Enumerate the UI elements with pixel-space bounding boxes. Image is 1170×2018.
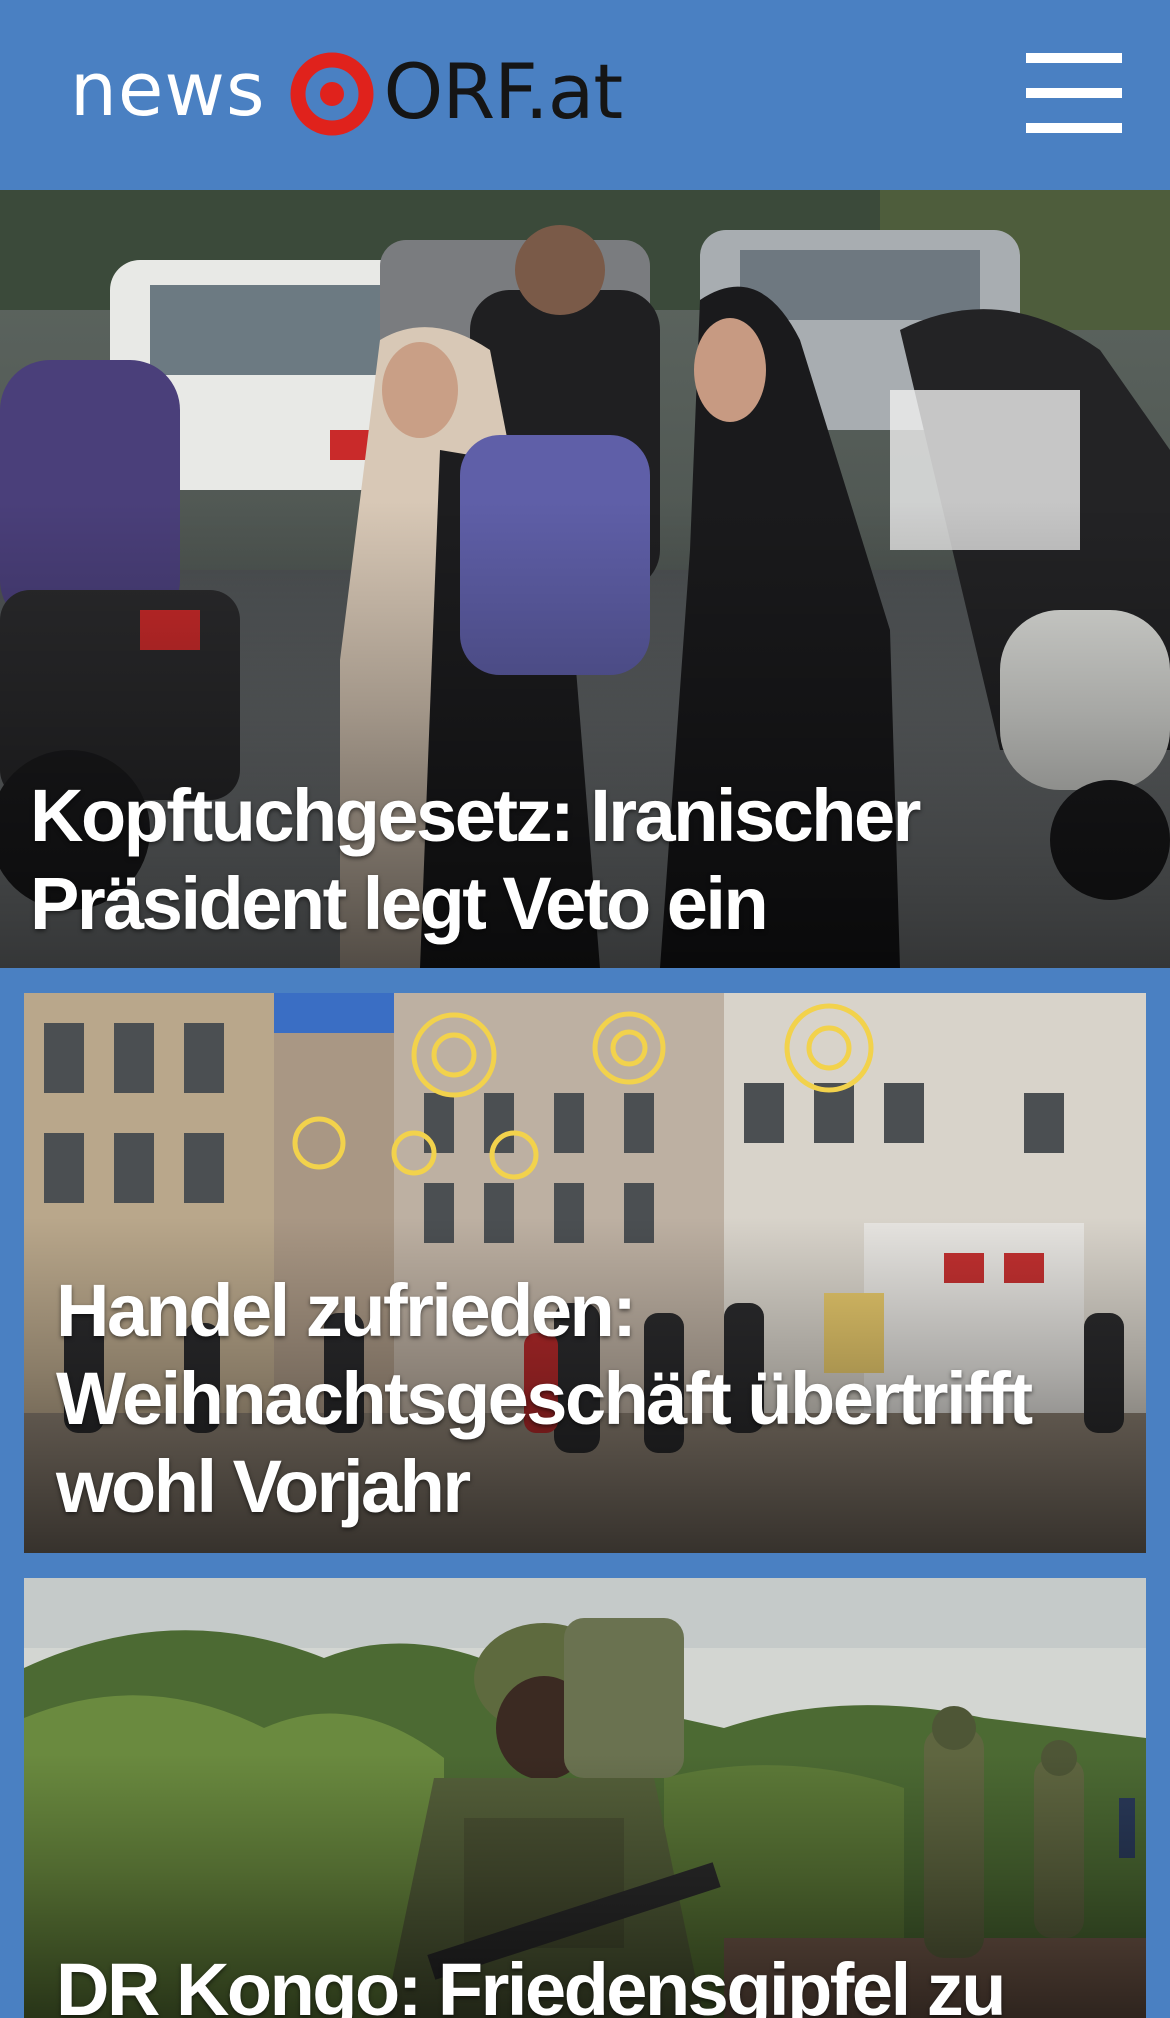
menu-line [1026,88,1122,98]
story-headline[interactable]: DR Kongo: Friedensgipfel zu [56,1946,1130,2018]
story-card[interactable]: DR Kongo: Friedensgipfel zu [24,1578,1146,2018]
site-logo[interactable]: news ORF.at [70,44,624,144]
story-headline[interactable]: Handel zufrieden: Weihnachtsgeschäft übe… [56,1267,1130,1531]
orf-eye-icon [290,52,374,136]
story-card[interactable]: Handel zufrieden: Weihnachtsgeschäft übe… [24,993,1146,1553]
logo-news-text: news [70,47,266,133]
story-headline[interactable]: Kopftuchgesetz: Iranischer Präsident leg… [30,772,1150,948]
logo-orf-text: ORF.at [383,47,624,136]
menu-line [1026,53,1122,63]
story-card[interactable]: Kopftuchgesetz: Iranischer Präsident leg… [0,190,1170,968]
hamburger-menu-icon[interactable] [1026,50,1122,136]
menu-line [1026,123,1122,133]
site-header: news ORF.at [0,0,1170,190]
